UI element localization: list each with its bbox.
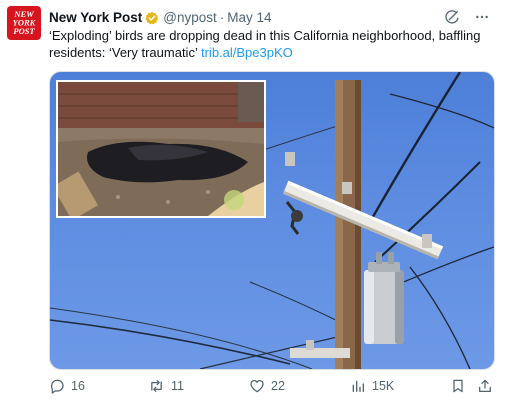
like-icon — [249, 378, 265, 394]
like-count: 22 — [271, 379, 285, 393]
action-bar: 16 11 22 15K — [49, 376, 501, 396]
repost-icon — [148, 378, 165, 394]
account-name[interactable]: New York Post — [49, 9, 142, 27]
account-handle[interactable]: @nypost — [163, 9, 216, 27]
tweet[interactable]: NEW YORK POST New York Post @nypost · Ma… — [0, 0, 512, 407]
tweet-date[interactable]: May 14 — [227, 9, 271, 27]
tweet-media[interactable] — [49, 71, 495, 370]
tweet-header: New York Post @nypost · May 14 — [49, 9, 504, 27]
bookmark-button[interactable] — [450, 376, 466, 396]
more-icon[interactable] — [474, 9, 490, 25]
verified-badge-icon — [145, 11, 159, 25]
bookmark-icon — [450, 378, 466, 394]
tweet-link[interactable]: trib.al/Bpe3pKO — [201, 45, 293, 60]
views-count: 15K — [372, 379, 395, 393]
inset-photo — [56, 80, 266, 218]
logo-line-3: POST — [13, 26, 35, 36]
reply-button[interactable]: 16 — [49, 376, 85, 396]
like-button[interactable]: 22 — [249, 376, 285, 396]
avatar[interactable]: NEW YORK POST — [7, 6, 41, 40]
views-button[interactable]: 15K — [350, 376, 394, 396]
reply-icon — [49, 378, 65, 394]
repost-button[interactable]: 11 — [148, 376, 184, 396]
repost-count: 11 — [171, 379, 184, 393]
grok-icon[interactable] — [444, 9, 460, 25]
share-icon — [477, 378, 493, 394]
share-button[interactable] — [477, 376, 493, 396]
tweet-text: ‘Exploding’ birds are dropping dead in t… — [49, 27, 499, 61]
reply-count: 16 — [71, 379, 85, 393]
nypost-logo: NEW YORK POST — [13, 9, 37, 36]
views-icon — [350, 378, 366, 394]
separator-dot: · — [219, 10, 225, 25]
